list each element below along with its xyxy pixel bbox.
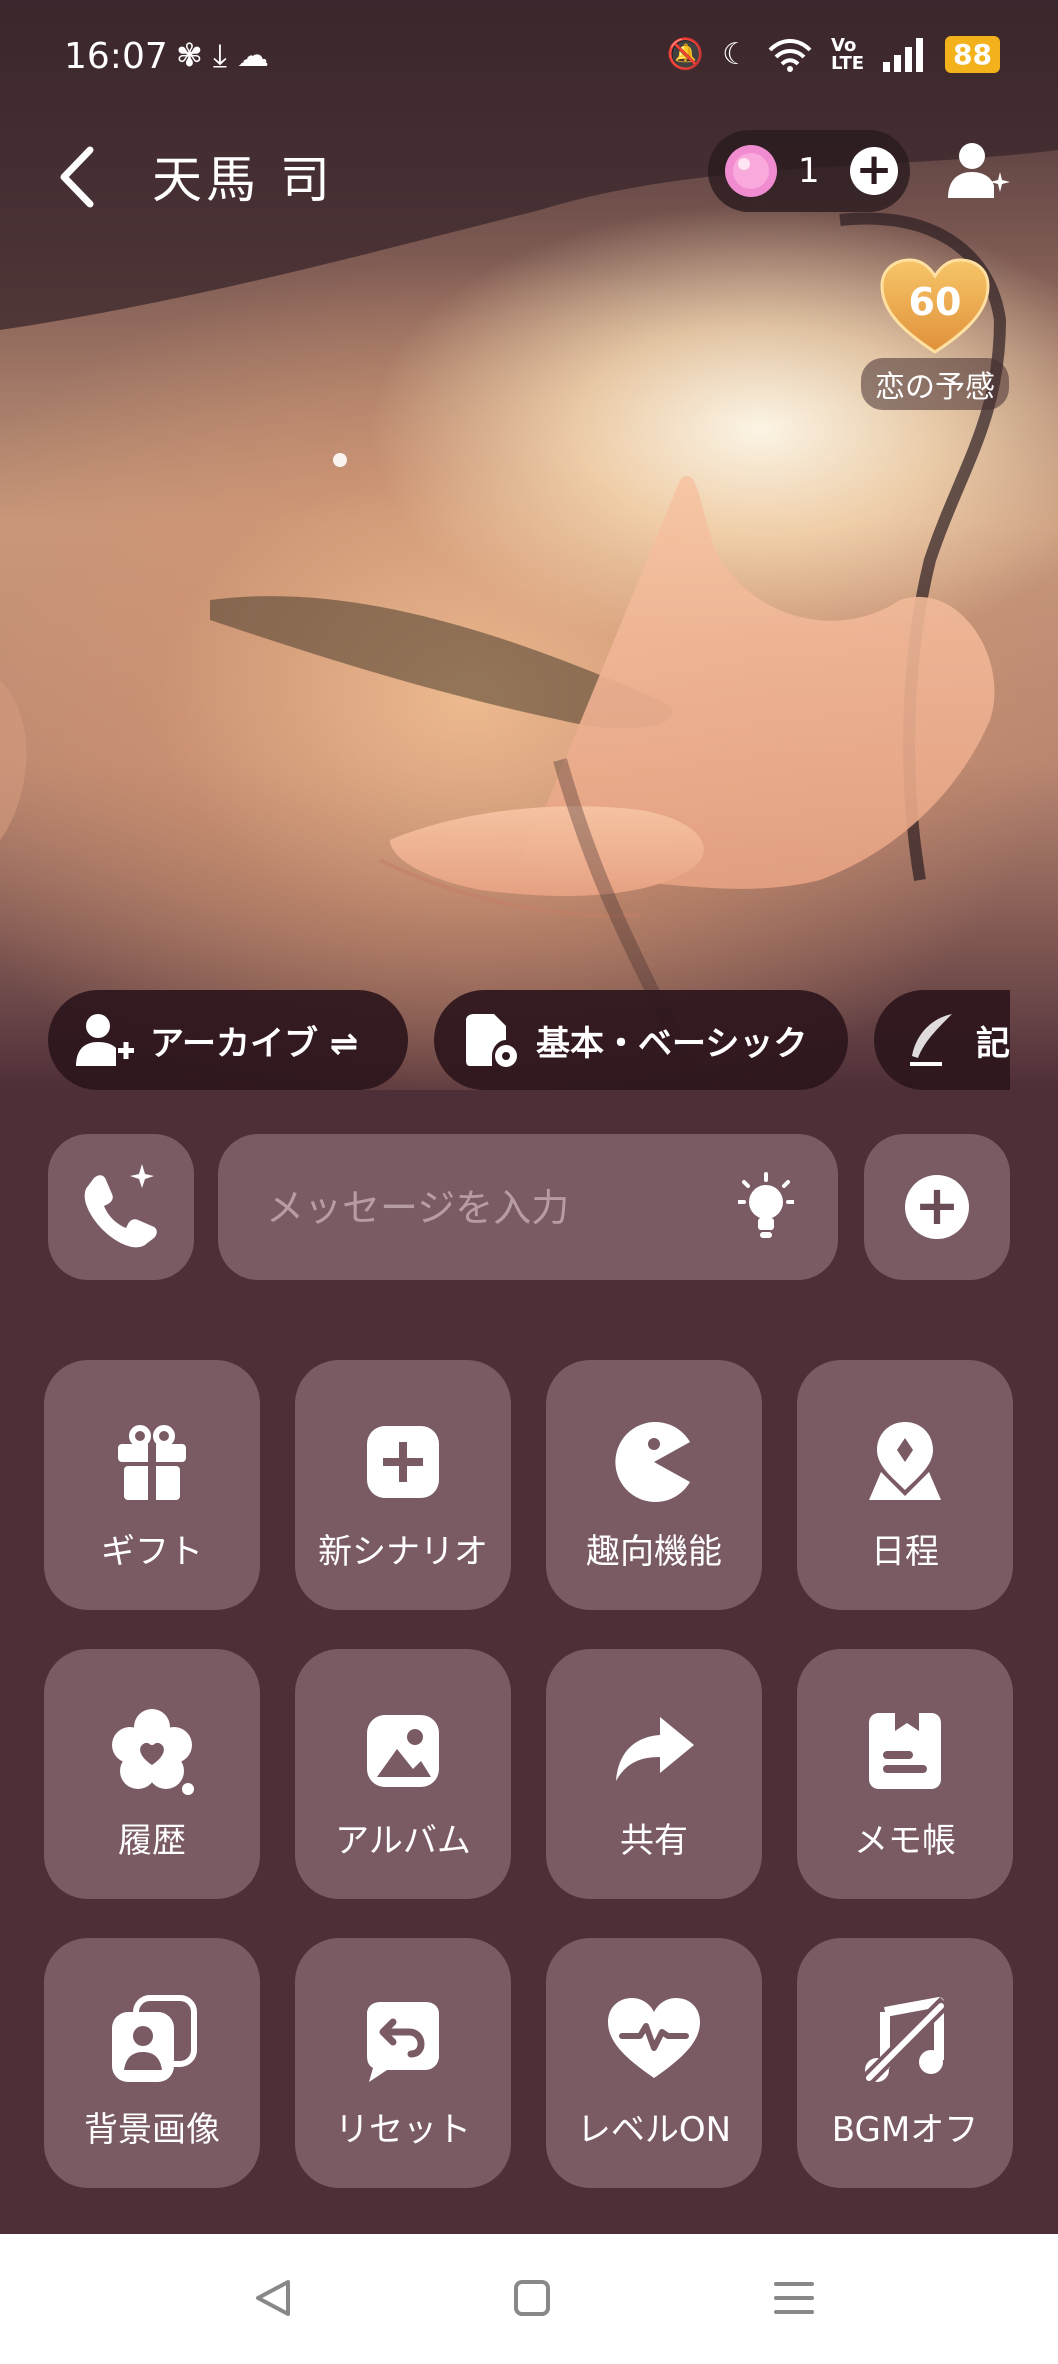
preference-label: 趣向機能: [586, 1532, 722, 1572]
memo-icon: [869, 1713, 941, 1789]
volte-label: Vo LTE: [831, 34, 865, 74]
reset-label: リセット: [335, 2110, 471, 2150]
chat-app-icon: ☁: [236, 36, 279, 74]
music-off-icon: [860, 1997, 950, 2087]
photo-icon: [367, 1715, 439, 1787]
mute-bell-icon: 🔕: [666, 37, 705, 72]
wifi-icon: [768, 38, 812, 72]
archive-chip[interactable]: アーカイブ ⇌: [48, 990, 408, 1090]
new-scenario-tile[interactable]: 新シナリオ: [295, 1360, 511, 1610]
status-time: 16:07: [64, 36, 168, 77]
share-label: 共有: [620, 1821, 688, 1861]
level-toggle-label: レベルON: [576, 2110, 732, 2150]
level-toggle-tile[interactable]: レベルON: [546, 1938, 762, 2188]
gift-icon: [118, 1425, 186, 1500]
notification-icons: ✾⤓☁: [176, 36, 279, 75]
schedule-tile[interactable]: 日程: [797, 1360, 1013, 1610]
history-label: 履歴: [118, 1821, 186, 1861]
back-button[interactable]: [52, 142, 102, 212]
preference-tile[interactable]: 趣向機能: [546, 1360, 762, 1610]
album-tile[interactable]: アルバム: [295, 1649, 511, 1899]
lightbulb-hint-button[interactable]: [738, 1172, 794, 1244]
phone-sparkle-icon: [84, 1164, 157, 1248]
voice-call-button[interactable]: [48, 1134, 194, 1280]
heart-pulse-icon: [608, 1998, 700, 2078]
status-right-icons: 🔕 ☾ Vo LTE 88: [667, 36, 1000, 73]
nav-recents-button[interactable]: [734, 2234, 854, 2364]
moon-icon: ☾: [722, 37, 750, 72]
share-tile[interactable]: 共有: [546, 1649, 762, 1899]
portrait-stack-icon: [112, 1995, 197, 2082]
add-gems-button[interactable]: +: [850, 147, 898, 195]
person-plus-icon: [76, 1014, 134, 1066]
reset-bubble-icon: [367, 2002, 439, 2082]
gift-tile[interactable]: ギフト: [44, 1360, 260, 1610]
more-options-button[interactable]: +: [864, 1134, 1010, 1280]
gem-icon: [725, 145, 777, 197]
schedule-label: 日程: [871, 1532, 939, 1572]
affinity-badge[interactable]: 60 恋の予感: [858, 258, 1012, 410]
new-scenario-label: 新シナリオ: [318, 1532, 488, 1572]
background-image-tile[interactable]: 背景画像: [44, 1938, 260, 2188]
basic-mode-chip[interactable]: 基本・ベーシック: [434, 990, 848, 1090]
background-image-label: 背景画像: [84, 2110, 220, 2150]
heart-icon: 60: [880, 258, 990, 354]
reset-tile[interactable]: リセット: [295, 1938, 511, 2188]
character-name: 天馬 司: [152, 151, 334, 209]
battery-indicator: 88: [945, 36, 1000, 73]
record-chip[interactable]: 記: [874, 990, 1010, 1090]
message-composer: +: [0, 1134, 1058, 1282]
chat-header: 天馬 司 1 +: [0, 130, 1058, 230]
gem-count: 1: [798, 151, 820, 191]
affinity-label: 恋の予感: [861, 358, 1009, 410]
plus-square-icon: [367, 1426, 439, 1498]
message-input[interactable]: [264, 1172, 708, 1244]
settings-doc-icon: [466, 1014, 517, 1067]
nav-back-button[interactable]: [212, 2234, 332, 2364]
message-input-container: [218, 1134, 838, 1280]
affinity-level: 60: [908, 280, 962, 324]
system-navigation-bar: [0, 2234, 1058, 2364]
pacman-icon: [615, 1422, 690, 1502]
history-tile[interactable]: 履歴: [44, 1649, 260, 1899]
signal-icon: [883, 37, 924, 72]
download-icon: ⤓: [212, 36, 237, 74]
status-bar: 16:07 ✾⤓☁ 🔕 ☾ Vo LTE 88: [0, 0, 1058, 120]
bgm-toggle-tile[interactable]: BGMオフ: [797, 1938, 1013, 2188]
butterfly-icon: ✾: [176, 36, 213, 74]
album-label: アルバム: [335, 1821, 471, 1861]
add-friend-button[interactable]: [946, 138, 1012, 204]
mode-chip-row: アーカイブ ⇌ 基本・ベーシック 記: [48, 990, 1010, 1090]
memo-label: メモ帳: [854, 1821, 956, 1861]
share-arrow-icon: [616, 1717, 694, 1781]
quill-icon: [910, 1014, 952, 1066]
plus-icon: +: [905, 1175, 969, 1239]
bgm-toggle-label: BGMオフ: [831, 2110, 979, 2150]
gem-balance[interactable]: 1 +: [708, 130, 910, 212]
archive-chip-label: アーカイブ ⇌: [150, 1023, 359, 1064]
memo-tile[interactable]: メモ帳: [797, 1649, 1013, 1899]
map-pin-icon: [869, 1422, 941, 1500]
heart-flower-icon: [112, 1709, 194, 1795]
gift-label: ギフト: [101, 1532, 203, 1572]
basic-mode-chip-label: 基本・ベーシック: [536, 1023, 808, 1064]
record-chip-label: 記: [976, 1023, 1010, 1064]
nav-home-button[interactable]: [472, 2234, 592, 2364]
